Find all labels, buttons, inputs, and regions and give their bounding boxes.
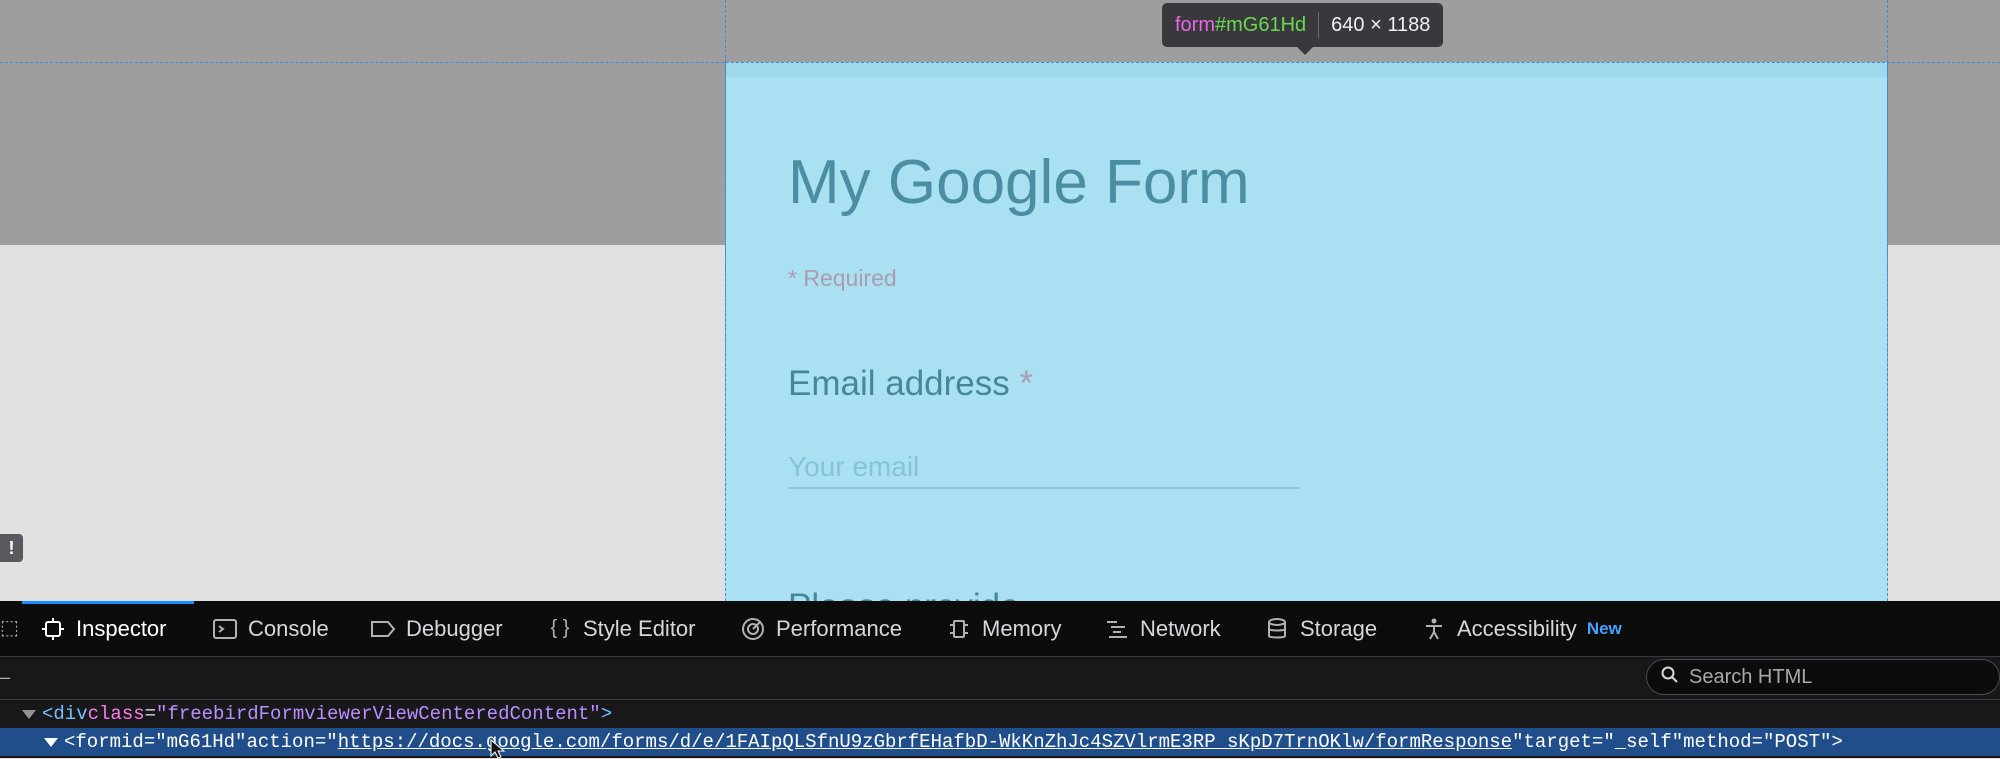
markup-search-row: –: [0, 657, 2000, 700]
tab-label: Memory: [982, 615, 1062, 641]
attr-value: "freebirdFormviewerViewCenteredContent": [156, 703, 601, 725]
attr-id-value: "mG61Hd": [155, 731, 247, 753]
expand-toggle-icon[interactable]: [44, 737, 58, 747]
search-icon: [1661, 666, 1679, 689]
tooltip-arrow: [1296, 46, 1314, 55]
email-question-label: Email address *: [788, 364, 1033, 404]
devtools-panel: ⬚ Inspector Console Debugger { } Style E…: [0, 601, 2000, 759]
tag-open: <form: [64, 731, 122, 753]
quote: ": [1512, 731, 1524, 753]
expand-toggle-icon[interactable]: [22, 709, 36, 719]
markup-node-div[interactable]: <div class = "freebirdFormviewerViewCenter…: [0, 700, 2000, 728]
network-icon: [1104, 616, 1130, 642]
tag-open: <div: [42, 703, 88, 725]
tab-label: Console: [248, 615, 329, 641]
element-info-tooltip: form #mG61Hd 640 × 1188: [1162, 3, 1444, 47]
tooltip-dimensions: 640 × 1188: [1331, 13, 1431, 36]
tab-label: Performance: [776, 615, 902, 641]
tag-close: >: [1831, 731, 1843, 753]
tab-memory[interactable]: Memory: [946, 601, 1061, 656]
attr-name: class: [87, 703, 145, 725]
tooltip-tag: form: [1175, 13, 1215, 36]
mouse-cursor-icon: [490, 739, 506, 759]
element-picker-icon[interactable]: ⬚: [0, 615, 19, 640]
tab-network[interactable]: Network: [1104, 601, 1221, 656]
tab-label: Storage: [1300, 615, 1378, 641]
tab-inspector[interactable]: Inspector: [40, 601, 167, 656]
guide-line-left: [725, 0, 726, 601]
search-box[interactable]: [1646, 659, 2000, 695]
attr-method-name: method=: [1683, 731, 1763, 753]
attr-eq: =: [144, 703, 157, 725]
tab-label: Style Editor: [583, 615, 696, 641]
accessibility-icon: [1421, 616, 1447, 642]
storage-icon: [1264, 616, 1290, 642]
attr-method-value: "POST": [1762, 731, 1832, 753]
tooltip-separator: [1318, 12, 1320, 38]
highlighted-form-element[interactable]: My Google Form * Required Email address …: [725, 62, 1888, 601]
tab-label: Inspector: [76, 615, 167, 641]
attr-action-name: action=: [246, 731, 327, 753]
attr-target-value: "_self": [1603, 731, 1684, 753]
quote: ": [326, 731, 338, 753]
devtools-toolbar: ⬚ Inspector Console Debugger { } Style E…: [0, 601, 2000, 657]
tab-console[interactable]: Console: [212, 601, 329, 656]
console-icon: [212, 616, 238, 642]
search-html-input[interactable]: [1687, 664, 1971, 690]
tab-label: Network: [1140, 615, 1221, 641]
guide-line-top: [0, 62, 2000, 63]
tag-close: >: [600, 703, 613, 725]
email-input[interactable]: [788, 447, 1300, 489]
next-question-label: Please provide...: [788, 587, 1049, 601]
tooltip-id: #mG61Hd: [1215, 13, 1307, 36]
inspector-icon: [40, 616, 66, 642]
debugger-icon: [370, 616, 396, 642]
memory-icon: [946, 616, 972, 642]
sidebar-toggle-icon[interactable]: –: [0, 667, 10, 688]
performance-icon: [740, 616, 766, 642]
guide-line-right: [1887, 0, 1888, 601]
tab-label: Accessibility: [1457, 615, 1577, 641]
tab-debugger[interactable]: Debugger: [370, 601, 503, 656]
tab-performance[interactable]: Performance: [740, 601, 902, 656]
action-url-link[interactable]: https://docs.google.com/forms/d/e/1FAIpQ…: [338, 731, 1512, 753]
warning-badge[interactable]: !: [0, 534, 23, 562]
required-note: * Required: [788, 265, 897, 291]
tab-label: Debugger: [406, 615, 503, 641]
form-top-strip: [726, 62, 1887, 77]
markup-node-form-selected[interactable]: <form id= "mG61Hd" action= " https://docs.g…: [0, 728, 2000, 756]
tab-storage[interactable]: Storage: [1264, 601, 1377, 656]
tab-style-editor[interactable]: { } Style Editor: [547, 601, 696, 656]
form-title: My Google Form: [788, 148, 1250, 217]
new-badge: New: [1586, 618, 1622, 638]
required-star: *: [1019, 364, 1034, 403]
attr-target-name: target=: [1523, 731, 1604, 753]
style-editor-icon: { }: [550, 617, 570, 639]
tab-accessibility[interactable]: Accessibility New: [1421, 601, 1622, 656]
email-label-text: Email address: [788, 364, 1010, 403]
attr-id-name: id=: [121, 731, 156, 753]
